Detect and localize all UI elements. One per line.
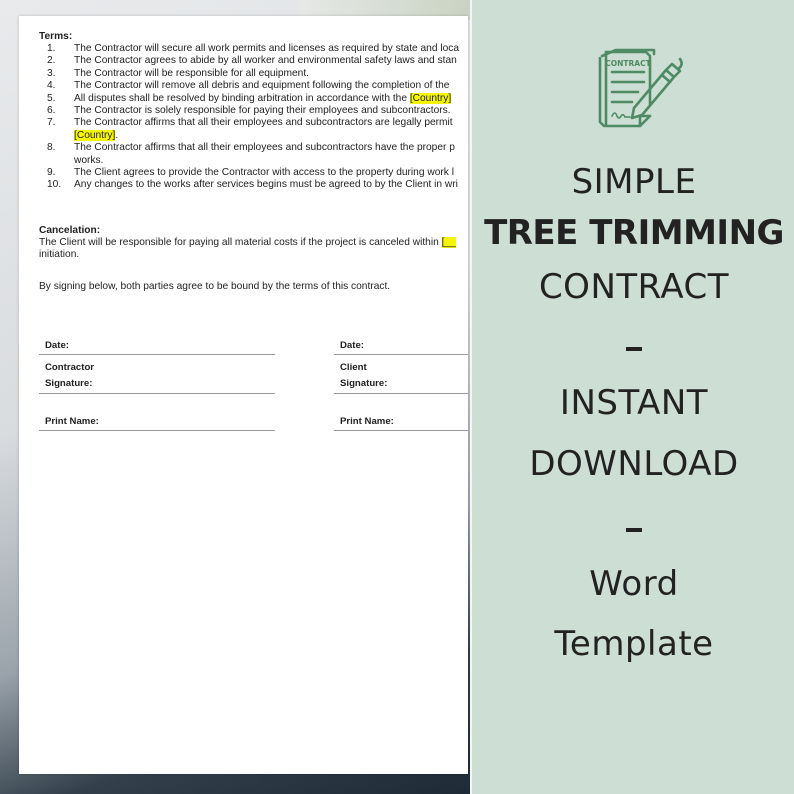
term-text-tail: . — [115, 129, 119, 141]
left-date-label: Date: — [45, 340, 69, 351]
contract-document-pen-icon: CONTRACT — [598, 48, 683, 128]
term-continuation: works. — [39, 155, 468, 167]
term-number: 5. — [47, 92, 56, 104]
term-text: Any changes to the works after services … — [74, 179, 458, 191]
promo-line-contract: CONTRACT — [538, 267, 730, 307]
left-party-label: Contractor — [45, 362, 94, 373]
right-print-name-line[interactable] — [334, 430, 468, 431]
left-signature-label: Signature: — [45, 378, 92, 389]
term-text: The Contractor is solely responsible for… — [74, 104, 451, 116]
term-item: 8. The Contractor affirms that all their … — [39, 142, 468, 154]
right-signature-line[interactable] — [334, 393, 468, 394]
term-number: 3. — [47, 67, 56, 79]
date-label: Date: — [340, 340, 364, 351]
term-number: 8. — [47, 142, 56, 154]
promo-line-download: DOWNLOAD — [529, 444, 739, 484]
promo-line-word: Word — [589, 564, 679, 604]
term-text: works. — [74, 154, 104, 166]
term-item: 7. The Contractor affirms that all their … — [39, 117, 468, 129]
cancelation-heading: Cancelation: — [39, 224, 101, 236]
right-party-label: Client — [340, 362, 367, 373]
term-text: The Contractor will be responsible for a… — [74, 67, 309, 79]
signature-label: Signature: — [340, 378, 388, 389]
term-item: 4. The Contractor will remove all debris … — [39, 80, 468, 92]
contract-document: Terms: 1. The Contractor will secure all … — [39, 30, 468, 293]
promo-line-template: Template — [554, 624, 714, 664]
term-item: 3. The Contractor will be responsible for… — [39, 68, 468, 80]
term-text: The Contractor agrees to abide by all wo… — [74, 55, 457, 67]
cancelation-text: The Client will be responsible for payin… — [39, 236, 468, 250]
right-signature-label: Signature: — [340, 378, 387, 389]
terms-heading: Terms: — [39, 31, 73, 42]
separator-dash — [626, 347, 642, 351]
agreement-text: By signing below, both parties agree to … — [39, 280, 391, 292]
term-text: All disputes shall be resolved by bindin… — [74, 92, 452, 105]
term-text: The Client agrees to provide the Contrac… — [74, 166, 454, 178]
right-print-name-label: Print Name: — [340, 416, 394, 427]
promo-panel: CONTRACT SIMPLE TREE TRIMMING CONTRACT I… — [470, 0, 794, 794]
document-preview: Terms: 1. The Contractor will secure all … — [19, 16, 468, 774]
separator-dash — [626, 528, 642, 532]
promo-line-instant: INSTANT — [559, 383, 709, 423]
term-text: The Contractor will remove all debris an… — [74, 80, 450, 92]
term-number: 10. — [47, 179, 62, 191]
date-label: Date: — [45, 340, 69, 351]
term-item: 2. The Contractor agrees to abide by all … — [39, 55, 468, 67]
cancelation-continuation: initiation. — [39, 249, 80, 261]
term-text: [Country]. — [74, 129, 119, 142]
term-item: 5. All disputes shall be resolved by bind… — [39, 92, 468, 105]
left-print-name-label: Print Name: — [45, 416, 99, 427]
term-number: 4. — [47, 80, 56, 92]
print-name-label: Print Name: — [45, 416, 99, 427]
term-number: 6. — [47, 104, 56, 116]
placeholder-country: [Country] — [409, 92, 452, 104]
promo-line-simple: SIMPLE — [571, 162, 697, 202]
term-number: 1. — [47, 43, 56, 54]
term-number: 2. — [47, 55, 56, 67]
term-number: 9. — [47, 166, 56, 178]
term-text: The Contractor affirms that all their em… — [74, 142, 455, 154]
right-date-line[interactable] — [334, 354, 468, 355]
term-item: 9. The Client agrees to provide the Contr… — [39, 167, 468, 179]
promo-line-tree-trimming: TREE TRIMMING — [484, 213, 784, 253]
party-label: Client — [340, 362, 367, 373]
placeholder-country: [Country] — [74, 129, 116, 141]
left-signature-line[interactable] — [39, 393, 275, 394]
term-continuation: [Country]. — [39, 129, 468, 142]
icon-label: CONTRACT — [605, 59, 651, 68]
term-item: 1. The Contractor will secure all work pe… — [39, 43, 468, 55]
signature-label: Signature: — [45, 378, 93, 389]
placeholder-days: [__ — [441, 236, 456, 248]
party-label: Contractor — [45, 362, 95, 373]
right-date-label: Date: — [340, 340, 364, 351]
term-item: 10. Any changes to the works after servic… — [39, 179, 468, 191]
term-item: 6. The Contractor is solely responsible f… — [39, 105, 468, 117]
term-text: The Contractor will secure all work perm… — [74, 43, 460, 54]
cancelation-body: The Client will be responsible for payin… — [39, 236, 442, 248]
left-print-name-line[interactable] — [39, 430, 275, 431]
term-text: The Contractor affirms that all their em… — [74, 117, 453, 129]
left-date-line[interactable] — [39, 354, 275, 355]
print-name-label: Print Name: — [340, 416, 394, 427]
term-number: 7. — [47, 117, 56, 129]
term-text-body: All disputes shall be resolved by bindin… — [74, 92, 410, 104]
terms-list: 1. The Contractor will secure all work pe… — [39, 43, 468, 192]
